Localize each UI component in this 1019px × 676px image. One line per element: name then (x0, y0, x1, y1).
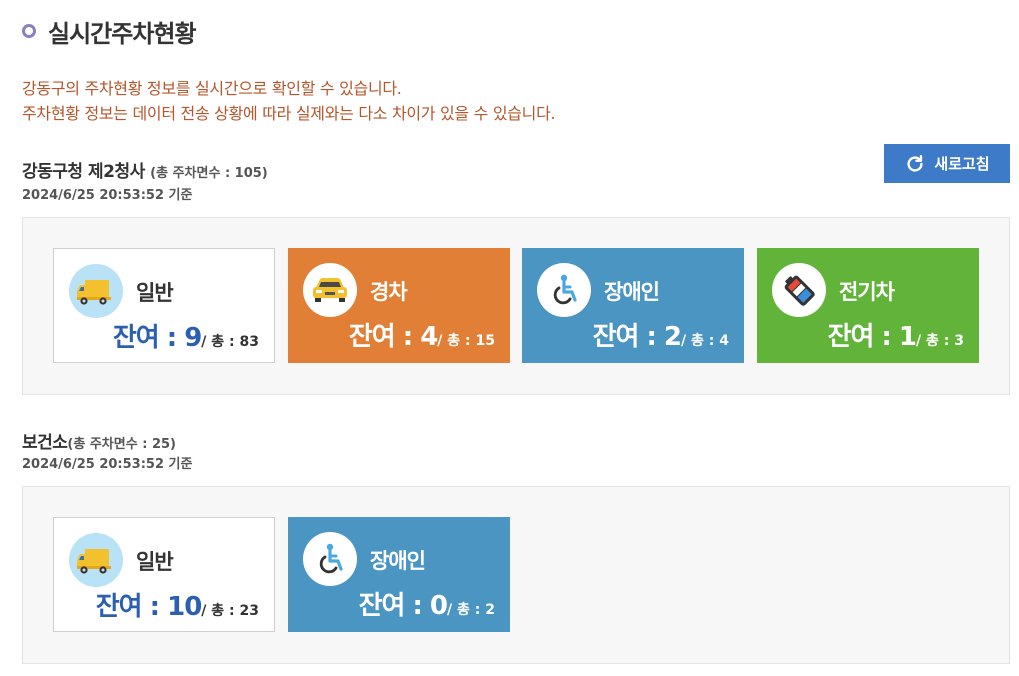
lot-total-spaces: (총 주차면수 : 105) (150, 166, 268, 181)
page-title-text: 실시간주차현황 (48, 19, 197, 48)
remaining-count: 잔여 : 9 (112, 323, 202, 353)
lot-title-1: 강동구청 제2청사 (총 주차면수 : 105) (22, 157, 268, 182)
lot-updated-time: 2024/6/25 20:53:52 기준 (22, 188, 193, 203)
card-category-label: 전기차 (839, 280, 895, 304)
card-disabled: 장애인 잔여 : 2/ 총 : 4 (522, 248, 744, 363)
refresh-icon (907, 154, 923, 172)
refresh-button[interactable]: 새로고침 (884, 144, 1010, 183)
card-general: 일반 잔여 : 9/ 총 : 83 (53, 248, 275, 363)
remaining-count: 잔여 : 2 (592, 322, 682, 352)
total-count: 2 (485, 602, 495, 618)
truck-icon (69, 533, 123, 587)
total-count: 23 (239, 603, 259, 619)
card-availability: 잔여 : 1/ 총 : 3 (828, 316, 964, 353)
total-prefix: / 총 : (201, 603, 240, 619)
notice-line-2: 주차현황 정보는 데이터 전송 상황에 따라 실제와는 다소 차이가 있을 수 … (22, 104, 556, 123)
remaining-count: 잔여 : 10 (95, 592, 203, 622)
card-availability: 잔여 : 0/ 총 : 2 (359, 585, 495, 622)
lot-name: 강동구청 제2청사 (22, 162, 145, 182)
total-count: 4 (719, 333, 729, 349)
total-prefix: / 총 : (681, 333, 720, 349)
total-prefix: / 총 : (447, 602, 486, 618)
lot-name: 보건소 (22, 433, 68, 453)
car-icon (303, 263, 357, 317)
card-category-label: 장애인 (604, 280, 660, 304)
total-prefix: / 총 : (201, 334, 240, 350)
card-availability: 잔여 : 10/ 총 : 23 (96, 586, 259, 623)
card-category-label: 일반 (136, 550, 174, 574)
lot-panel-2: 일반 잔여 : 10/ 총 : 23 장애인 잔여 : 0/ 총 : 2 (22, 486, 1010, 664)
card-category-label: 장애인 (370, 549, 426, 573)
card-disabled: 장애인 잔여 : 0/ 총 : 2 (288, 517, 510, 632)
lot-title-2: 보건소(총 주차면수 : 25) (22, 428, 176, 453)
card-availability: 잔여 : 4/ 총 : 15 (349, 316, 495, 353)
truck-icon (69, 264, 123, 318)
card-compact: 경차 잔여 : 4/ 총 : 15 (288, 248, 510, 363)
lot-total-spaces: (총 주차면수 : 25) (67, 437, 176, 452)
title-bullet-icon (22, 24, 36, 38)
total-count: 15 (475, 333, 495, 349)
notice-line-1: 강동구의 주차현황 정보를 실시간으로 확인할 수 있습니다. (22, 79, 402, 98)
wheelchair-icon (537, 263, 591, 317)
lot-updated-time: 2024/6/25 20:53:52 기준 (22, 457, 193, 472)
remaining-count: 잔여 : 1 (827, 322, 917, 352)
remaining-count: 잔여 : 4 (348, 322, 438, 352)
page-title: 실시간주차현황 (22, 14, 197, 48)
card-category-label: 경차 (370, 280, 408, 304)
total-count: 83 (239, 334, 259, 350)
card-ev: 전기차 잔여 : 1/ 총 : 3 (757, 248, 979, 363)
total-prefix: / 총 : (916, 333, 955, 349)
refresh-label: 새로고침 (934, 155, 990, 173)
card-category-label: 일반 (136, 281, 174, 305)
wheelchair-icon (303, 532, 357, 586)
notice: 강동구의 주차현황 정보를 실시간으로 확인할 수 있습니다. 주차현황 정보는… (22, 76, 556, 126)
battery-icon (772, 263, 826, 317)
lot-panel-1: 일반 잔여 : 9/ 총 : 83 경차 잔여 : 4/ 총 : 15 장애인 … (22, 217, 1010, 395)
remaining-count: 잔여 : 0 (358, 591, 448, 621)
card-availability: 잔여 : 9/ 총 : 83 (113, 317, 259, 354)
total-count: 3 (954, 333, 964, 349)
card-general: 일반 잔여 : 10/ 총 : 23 (53, 517, 275, 632)
total-prefix: / 총 : (437, 333, 476, 349)
card-availability: 잔여 : 2/ 총 : 4 (593, 316, 729, 353)
